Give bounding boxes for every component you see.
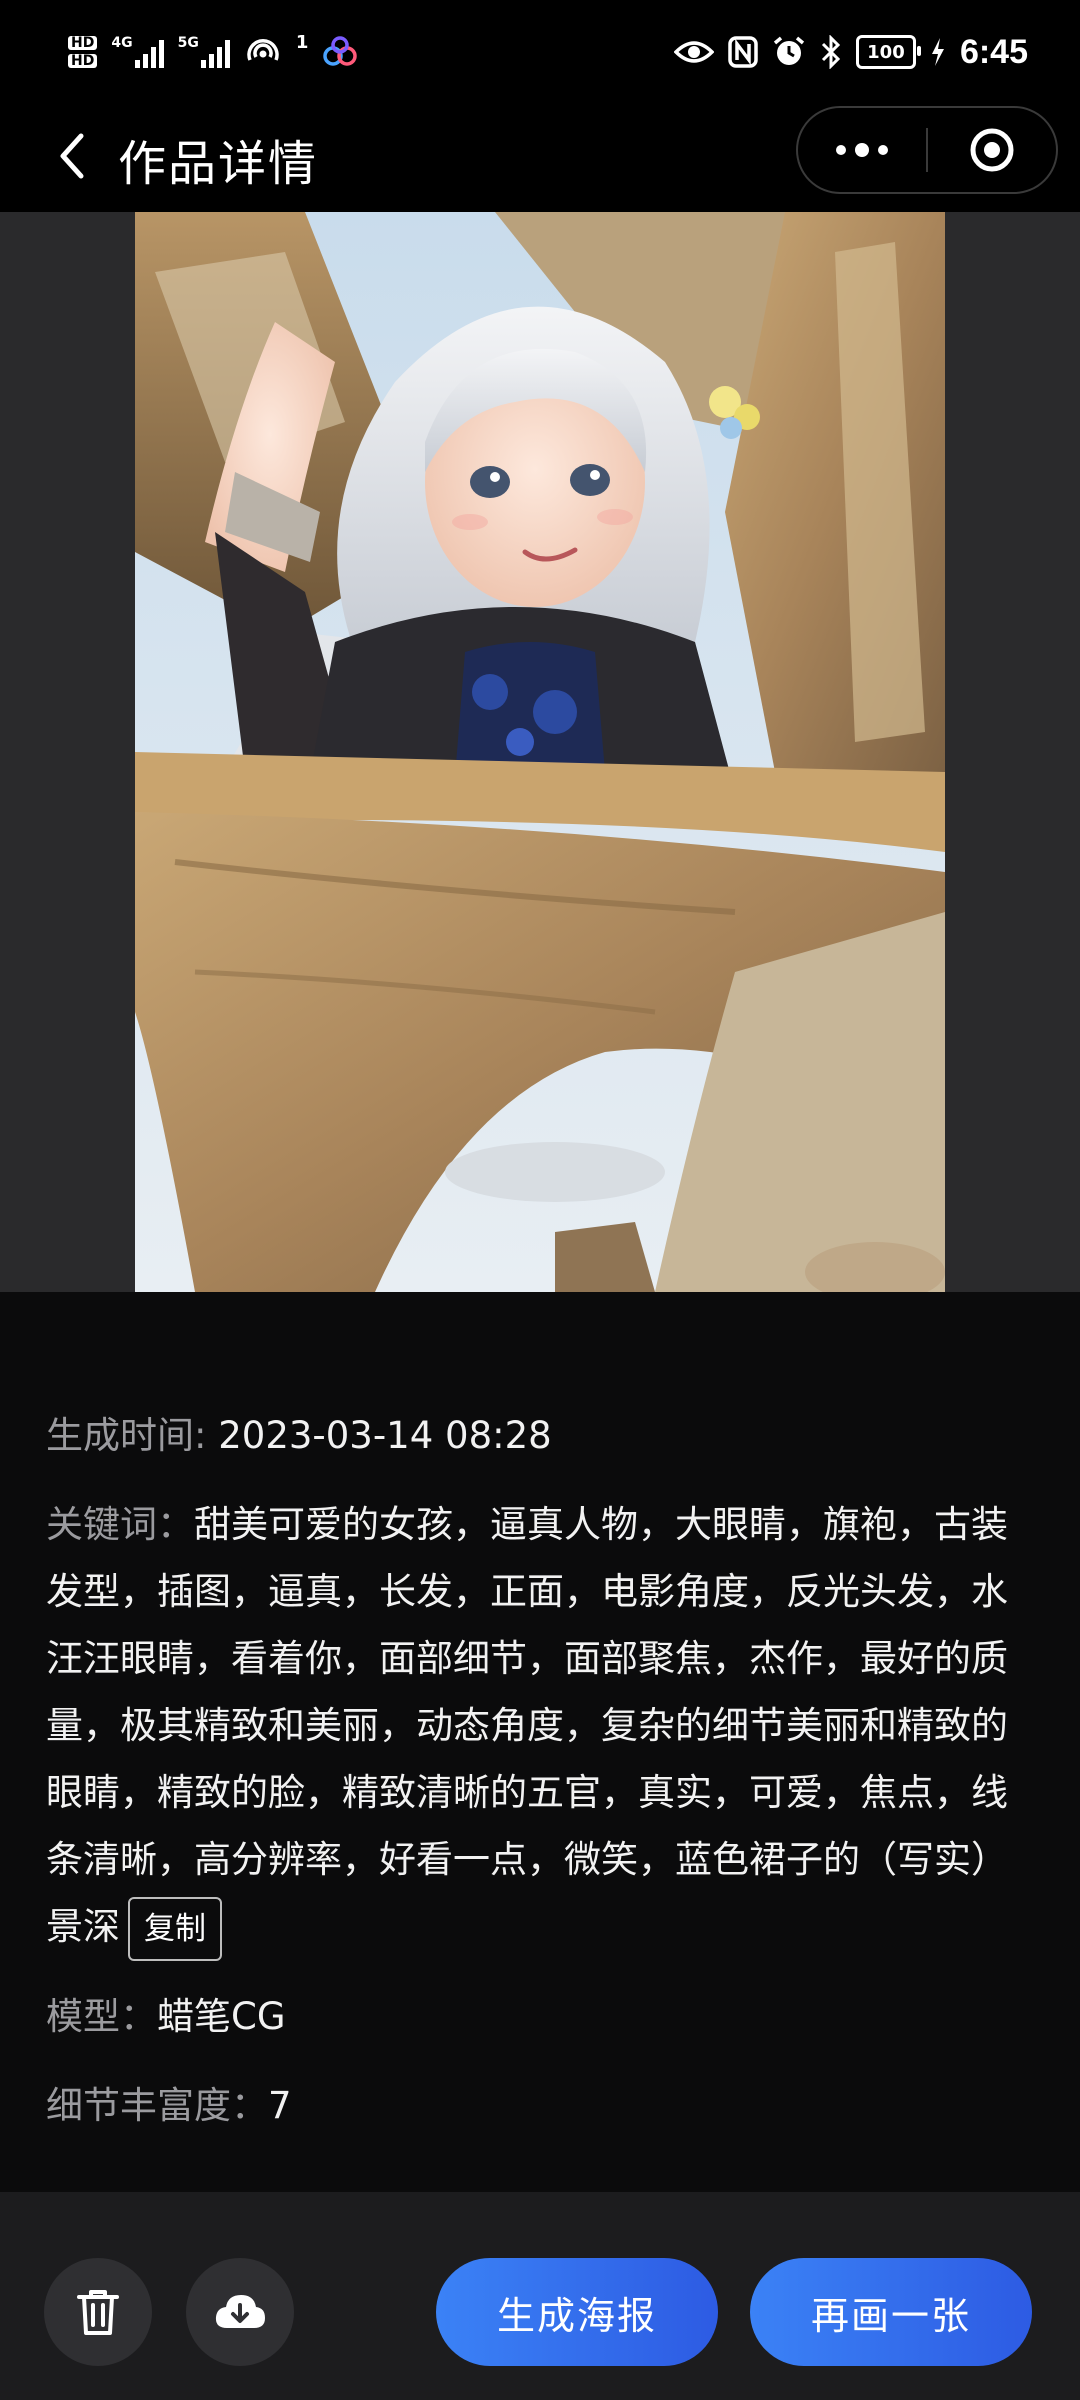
charging-icon [931,38,944,66]
more-button[interactable] [798,108,926,192]
status-bar: HD HD 4G 5G 1 100 6:45 [0,0,1080,104]
status-right: 100 6:45 [673,28,1028,76]
chevron-left-icon [60,133,84,179]
hotspot-count: 1 [295,32,309,53]
bottom-action-bar: 生成海报 再画一张 [0,2192,1080,2400]
artwork-details: 生成时间: 2023-03-14 08:28 关键词：甜美可爱的女孩，逼真人物，… [46,1402,1030,2161]
nav-header: 作品详情 [0,104,1080,212]
keywords-row: 关键词：甜美可爱的女孩，逼真人物，大眼睛，旗袍，古装发型，插图，逼真，长发，正面… [46,1491,1030,1961]
anime-girl-illustration [135,212,945,1292]
target-icon [970,128,1014,172]
model-label: 模型： [46,1994,157,2038]
hotspot-icon [247,39,279,61]
page-title: 作品详情 [118,136,319,192]
nfc-icon [728,36,758,68]
signal-2: 5G [178,36,230,68]
image-area [0,212,1080,1292]
generate-poster-button[interactable]: 生成海报 [436,2258,718,2366]
keywords-label: 关键词： [46,1503,194,1546]
signal-bars-icon [134,38,164,68]
detail-richness-label: 细节丰富度： [46,2083,268,2127]
eye-icon [673,41,714,63]
keywords-value: 甜美可爱的女孩，逼真人物，大眼睛，旗袍，古装发型，插图，逼真，长发，正面，电影角… [46,1503,1008,1948]
alarm-icon [773,36,805,65]
cloud-download-icon [215,2295,265,2328]
signal-1: 4G [111,36,164,68]
back-button[interactable] [36,120,108,192]
copy-button[interactable]: 复制 [128,1896,222,1961]
miniapp-capsule [796,106,1058,194]
artwork-image[interactable] [135,212,945,1292]
download-button[interactable] [186,2258,294,2366]
close-miniapp-button[interactable] [928,108,1056,192]
hd-indicator: HD HD [68,36,98,68]
model-row: 模型：蜡笔CG [46,1983,1030,2050]
model-value: 蜡笔CG [157,1994,286,2038]
battery-icon: 100 [855,35,921,69]
detail-richness-value: 7 [268,2083,292,2127]
status-left: HD HD 4G 5G 1 [68,28,358,76]
clock: 6:45 [959,32,1028,71]
detail-richness-row: 细节丰富度：7 [46,2072,1030,2139]
generation-time-value: 2023-03-14 08:28 [218,1414,552,1457]
redraw-button[interactable]: 再画一张 [750,2258,1032,2366]
generation-time-row: 生成时间: 2023-03-14 08:28 [46,1402,1030,1469]
trash-icon [77,2290,119,2335]
delete-button[interactable] [44,2258,152,2366]
signal-bars-icon [200,38,230,68]
generation-time-label: 生成时间: [46,1414,219,1457]
bluetooth-icon [821,35,841,69]
app-notification-icon [323,36,358,66]
